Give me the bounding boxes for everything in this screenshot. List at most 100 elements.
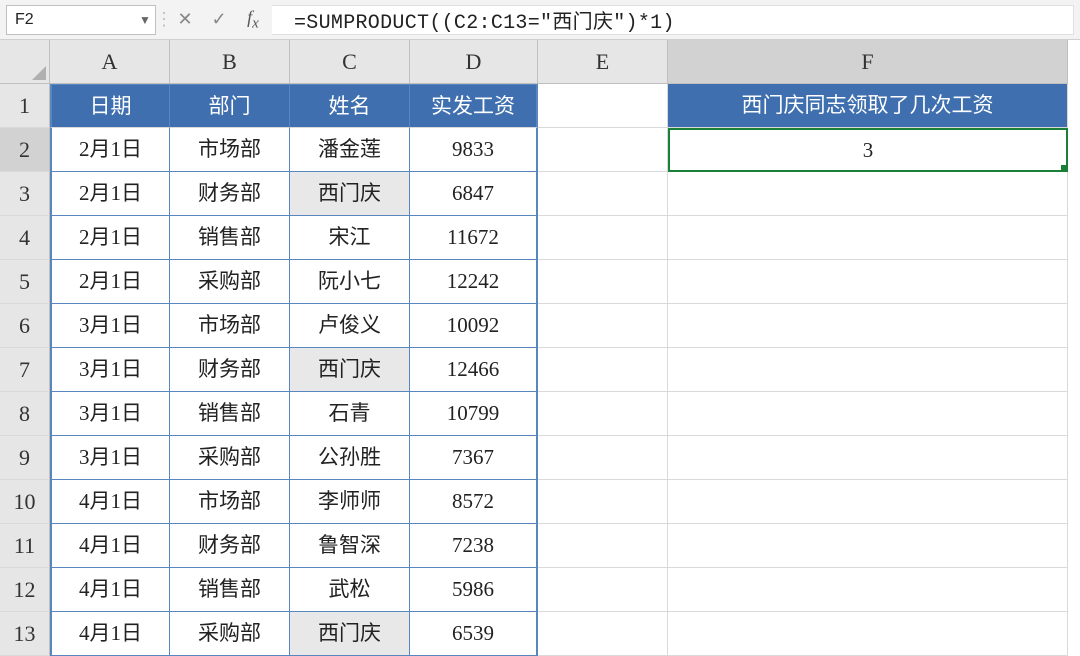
- cell-E3[interactable]: [538, 172, 668, 216]
- cell-F1[interactable]: 西门庆同志领取了几次工资: [668, 84, 1068, 128]
- fx-icon[interactable]: fx: [236, 5, 270, 35]
- name-box[interactable]: F2 ▼: [6, 5, 156, 35]
- header-A[interactable]: 日期: [50, 84, 170, 128]
- cell-C6[interactable]: 卢俊义: [290, 304, 410, 348]
- header-D[interactable]: 实发工资: [410, 84, 538, 128]
- row-head-8[interactable]: 8: [0, 392, 50, 436]
- cell-C11[interactable]: 鲁智深: [290, 524, 410, 568]
- cell-B3[interactable]: 财务部: [170, 172, 290, 216]
- cell-F6[interactable]: [668, 304, 1068, 348]
- cell-D5[interactable]: 12242: [410, 260, 538, 304]
- cell-D12[interactable]: 5986: [410, 568, 538, 612]
- formula-input[interactable]: =SUMPRODUCT((C2:C13="西门庆")*1): [272, 5, 1074, 35]
- header-B[interactable]: 部门: [170, 84, 290, 128]
- cell-E6[interactable]: [538, 304, 668, 348]
- cell-C5[interactable]: 阮小七: [290, 260, 410, 304]
- cell-C8[interactable]: 石青: [290, 392, 410, 436]
- cell-D11[interactable]: 7238: [410, 524, 538, 568]
- header-C[interactable]: 姓名: [290, 84, 410, 128]
- row-head-12[interactable]: 12: [0, 568, 50, 612]
- col-head-E[interactable]: E: [538, 40, 668, 84]
- cell-B9[interactable]: 采购部: [170, 436, 290, 480]
- cell-C9[interactable]: 公孙胜: [290, 436, 410, 480]
- cell-E10[interactable]: [538, 480, 668, 524]
- cell-C4[interactable]: 宋江: [290, 216, 410, 260]
- cell-E11[interactable]: [538, 524, 668, 568]
- cell-E2[interactable]: [538, 128, 668, 172]
- row-head-13[interactable]: 13: [0, 612, 50, 656]
- cell-D6[interactable]: 10092: [410, 304, 538, 348]
- cell-C3[interactable]: 西门庆: [290, 172, 410, 216]
- cell-F13[interactable]: [668, 612, 1068, 656]
- cell-B8[interactable]: 销售部: [170, 392, 290, 436]
- cell-C13[interactable]: 西门庆: [290, 612, 410, 656]
- cell-E1[interactable]: [538, 84, 668, 128]
- cell-B4[interactable]: 销售部: [170, 216, 290, 260]
- cell-B12[interactable]: 销售部: [170, 568, 290, 612]
- name-box-dropdown-icon[interactable]: ▼: [135, 13, 155, 27]
- cell-A11[interactable]: 4月1日: [50, 524, 170, 568]
- cell-A8[interactable]: 3月1日: [50, 392, 170, 436]
- cell-D13[interactable]: 6539: [410, 612, 538, 656]
- cell-B6[interactable]: 市场部: [170, 304, 290, 348]
- cell-D8[interactable]: 10799: [410, 392, 538, 436]
- cell-F2[interactable]: 3: [668, 128, 1068, 172]
- cell-C10[interactable]: 李师师: [290, 480, 410, 524]
- row-head-5[interactable]: 5: [0, 260, 50, 304]
- cell-F3[interactable]: [668, 172, 1068, 216]
- cell-D4[interactable]: 11672: [410, 216, 538, 260]
- cell-F12[interactable]: [668, 568, 1068, 612]
- cell-C12[interactable]: 武松: [290, 568, 410, 612]
- row-head-10[interactable]: 10: [0, 480, 50, 524]
- confirm-icon[interactable]: ✓: [202, 5, 236, 35]
- cell-E4[interactable]: [538, 216, 668, 260]
- cell-B13[interactable]: 采购部: [170, 612, 290, 656]
- row-head-9[interactable]: 9: [0, 436, 50, 480]
- row-head-1[interactable]: 1: [0, 84, 50, 128]
- cell-E5[interactable]: [538, 260, 668, 304]
- cell-A9[interactable]: 3月1日: [50, 436, 170, 480]
- cell-A13[interactable]: 4月1日: [50, 612, 170, 656]
- cell-C2[interactable]: 潘金莲: [290, 128, 410, 172]
- cell-A5[interactable]: 2月1日: [50, 260, 170, 304]
- cell-B11[interactable]: 财务部: [170, 524, 290, 568]
- cell-A12[interactable]: 4月1日: [50, 568, 170, 612]
- cell-D3[interactable]: 6847: [410, 172, 538, 216]
- cell-F5[interactable]: [668, 260, 1068, 304]
- cell-B10[interactable]: 市场部: [170, 480, 290, 524]
- cancel-icon[interactable]: ✕: [168, 5, 202, 35]
- cell-A4[interactable]: 2月1日: [50, 216, 170, 260]
- cell-D9[interactable]: 7367: [410, 436, 538, 480]
- cell-F4[interactable]: [668, 216, 1068, 260]
- cell-C7[interactable]: 西门庆: [290, 348, 410, 392]
- cell-E12[interactable]: [538, 568, 668, 612]
- cell-A10[interactable]: 4月1日: [50, 480, 170, 524]
- row-head-6[interactable]: 6: [0, 304, 50, 348]
- col-head-F[interactable]: F: [668, 40, 1068, 84]
- cell-F7[interactable]: [668, 348, 1068, 392]
- cell-F11[interactable]: [668, 524, 1068, 568]
- cell-D10[interactable]: 8572: [410, 480, 538, 524]
- cell-B5[interactable]: 采购部: [170, 260, 290, 304]
- col-head-D[interactable]: D: [410, 40, 538, 84]
- cell-E9[interactable]: [538, 436, 668, 480]
- col-head-A[interactable]: A: [50, 40, 170, 84]
- cell-F9[interactable]: [668, 436, 1068, 480]
- col-head-C[interactable]: C: [290, 40, 410, 84]
- cell-A3[interactable]: 2月1日: [50, 172, 170, 216]
- cell-E7[interactable]: [538, 348, 668, 392]
- cell-F8[interactable]: [668, 392, 1068, 436]
- cell-A6[interactable]: 3月1日: [50, 304, 170, 348]
- cell-D7[interactable]: 12466: [410, 348, 538, 392]
- row-head-11[interactable]: 11: [0, 524, 50, 568]
- cell-D2[interactable]: 9833: [410, 128, 538, 172]
- row-head-4[interactable]: 4: [0, 216, 50, 260]
- cell-E13[interactable]: [538, 612, 668, 656]
- row-head-3[interactable]: 3: [0, 172, 50, 216]
- cell-A7[interactable]: 3月1日: [50, 348, 170, 392]
- select-all-corner[interactable]: [0, 40, 50, 84]
- cell-B7[interactable]: 财务部: [170, 348, 290, 392]
- cell-B2[interactable]: 市场部: [170, 128, 290, 172]
- row-head-7[interactable]: 7: [0, 348, 50, 392]
- col-head-B[interactable]: B: [170, 40, 290, 84]
